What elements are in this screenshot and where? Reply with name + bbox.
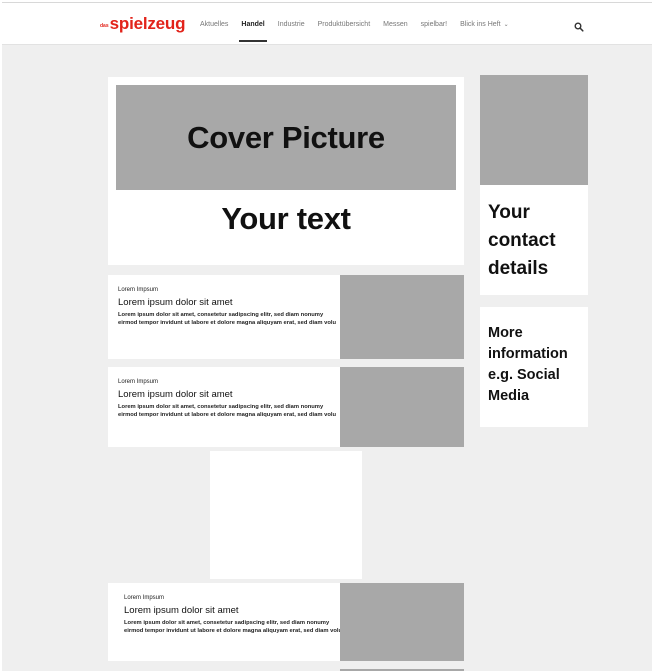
nav-item-industrie[interactable]: Industrie xyxy=(278,3,305,45)
nav-item-produktuebersicht[interactable]: Produktübersicht xyxy=(318,3,371,45)
article-card[interactable]: Lorem Impsum Lorem ipsum dolor sit amet … xyxy=(108,275,464,359)
article-kicker: Lorem Impsum xyxy=(118,379,159,385)
cover-picture-label: Cover Picture xyxy=(187,119,385,155)
contact-details-card[interactable]: Your contact details xyxy=(480,185,588,295)
article-title[interactable]: Lorem ipsum dolor sit amet xyxy=(124,605,239,616)
logo-wordmark: spielzeug xyxy=(109,14,186,33)
nav-item-blick-ins-heft-label: Blick ins Heft xyxy=(460,20,501,28)
article-excerpt: Lorem ipsum dolor sit amet, consetetur s… xyxy=(118,312,337,326)
logo-prefix: das xyxy=(100,23,109,29)
page-frame: das spielzeug Aktuelles Handel Industrie… xyxy=(2,2,652,671)
article-kicker: Lorem Impsum xyxy=(118,287,159,293)
contact-details-text: Your contact details xyxy=(488,202,556,279)
hero-card[interactable]: Cover Picture Your text xyxy=(108,77,464,265)
article-card[interactable]: Lorem Impsum Lorem ipsum dolor sit amet … xyxy=(108,367,464,447)
more-information-text: More information e.g. Social Media xyxy=(488,325,568,404)
more-information-card[interactable]: More information e.g. Social Media xyxy=(480,307,588,427)
article-thumbnail-placeholder[interactable] xyxy=(340,275,464,359)
nav-item-blick-ins-heft[interactable]: Blick ins Heft ⌄ xyxy=(460,3,509,45)
article-excerpt: Lorem ipsum dolor sit amet, consetetur s… xyxy=(118,404,337,418)
nav-item-aktuelles[interactable]: Aktuelles xyxy=(200,3,228,45)
nav-item-spielbar[interactable]: spielbar! xyxy=(421,3,447,45)
chevron-down-icon: ⌄ xyxy=(503,21,509,28)
article-thumbnail-placeholder[interactable] xyxy=(340,367,464,447)
sidebar-image-placeholder xyxy=(480,75,588,185)
search-icon[interactable] xyxy=(574,19,584,32)
article-title[interactable]: Lorem ipsum dolor sit amet xyxy=(118,297,233,308)
main-nav: Aktuelles Handel Industrie Produktübersi… xyxy=(200,3,522,45)
hero-text: Your text xyxy=(221,201,351,236)
article-thumbnail-placeholder[interactable] xyxy=(340,583,464,661)
cover-picture-placeholder: Cover Picture xyxy=(116,85,456,190)
nav-item-handel[interactable]: Handel xyxy=(239,3,268,45)
article-card[interactable]: Lorem Impsum Lorem ipsum dolor sit amet … xyxy=(108,583,464,661)
top-navigation-bar: das spielzeug Aktuelles Handel Industrie… xyxy=(2,3,652,45)
article-excerpt: Lorem ipsum dolor sit amet, consetetur s… xyxy=(124,620,343,634)
brand-logo[interactable]: das spielzeug xyxy=(100,15,185,32)
article-kicker: Lorem Impsum xyxy=(124,595,165,601)
article-title[interactable]: Lorem ipsum dolor sit amet xyxy=(118,389,233,400)
nav-item-messen[interactable]: Messen xyxy=(383,3,408,45)
blank-ad-placeholder xyxy=(210,451,362,579)
